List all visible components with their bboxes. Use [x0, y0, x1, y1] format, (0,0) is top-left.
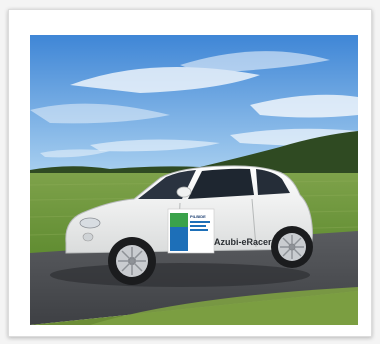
- car-shadow: [50, 263, 310, 287]
- car-sticker: PILBIDE: [167, 208, 215, 254]
- car-rear-wheel: [271, 226, 313, 268]
- car-headlight: [79, 217, 101, 229]
- car-photo: PILBIDE Azubi-eRacer: [30, 35, 358, 325]
- photo-scene: PILBIDE Azubi-eRacer: [30, 35, 358, 325]
- car-front-wheel: [108, 237, 156, 285]
- car-door-text: Azubi-eRacer: [214, 237, 272, 247]
- sticker-text: PILBIDE: [190, 214, 206, 219]
